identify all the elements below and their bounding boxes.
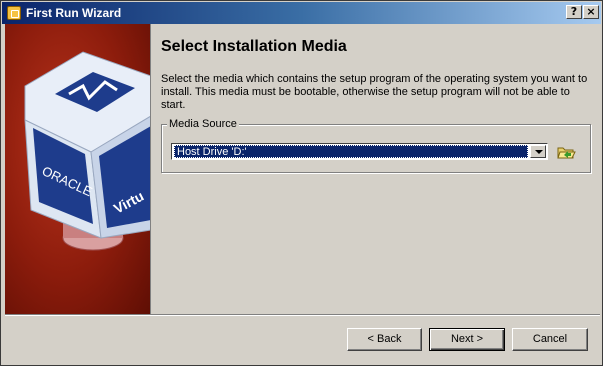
media-source-value[interactable]: Host Drive 'D:' bbox=[174, 145, 528, 158]
media-source-label: Media Source bbox=[167, 118, 239, 130]
app-icon bbox=[7, 6, 21, 20]
title-bar[interactable]: First Run Wizard ? × bbox=[2, 2, 601, 24]
page-title: Select Installation Media bbox=[161, 38, 347, 55]
wizard-side-image: ORACLE Virtu bbox=[5, 24, 151, 314]
virtualbox-logo-icon: ORACLE Virtu bbox=[24, 51, 151, 251]
page-description: Select the media which contains the setu… bbox=[161, 73, 588, 111]
open-folder-icon[interactable] bbox=[556, 143, 576, 161]
wizard-window: First Run Wizard ? × ORACLE Virtu Select… bbox=[0, 0, 603, 366]
cancel-button[interactable]: Cancel bbox=[512, 328, 588, 351]
back-button[interactable]: < Back bbox=[347, 328, 422, 351]
next-button[interactable]: Next > bbox=[429, 328, 505, 351]
window-title: First Run Wizard bbox=[26, 6, 122, 20]
media-source-select[interactable]: Host Drive 'D:' bbox=[171, 143, 548, 160]
help-button[interactable]: ? bbox=[566, 5, 582, 19]
chevron-down-icon[interactable] bbox=[530, 145, 546, 158]
close-button[interactable]: × bbox=[583, 5, 599, 19]
footer-divider bbox=[5, 314, 600, 316]
panel-divider bbox=[150, 24, 151, 314]
